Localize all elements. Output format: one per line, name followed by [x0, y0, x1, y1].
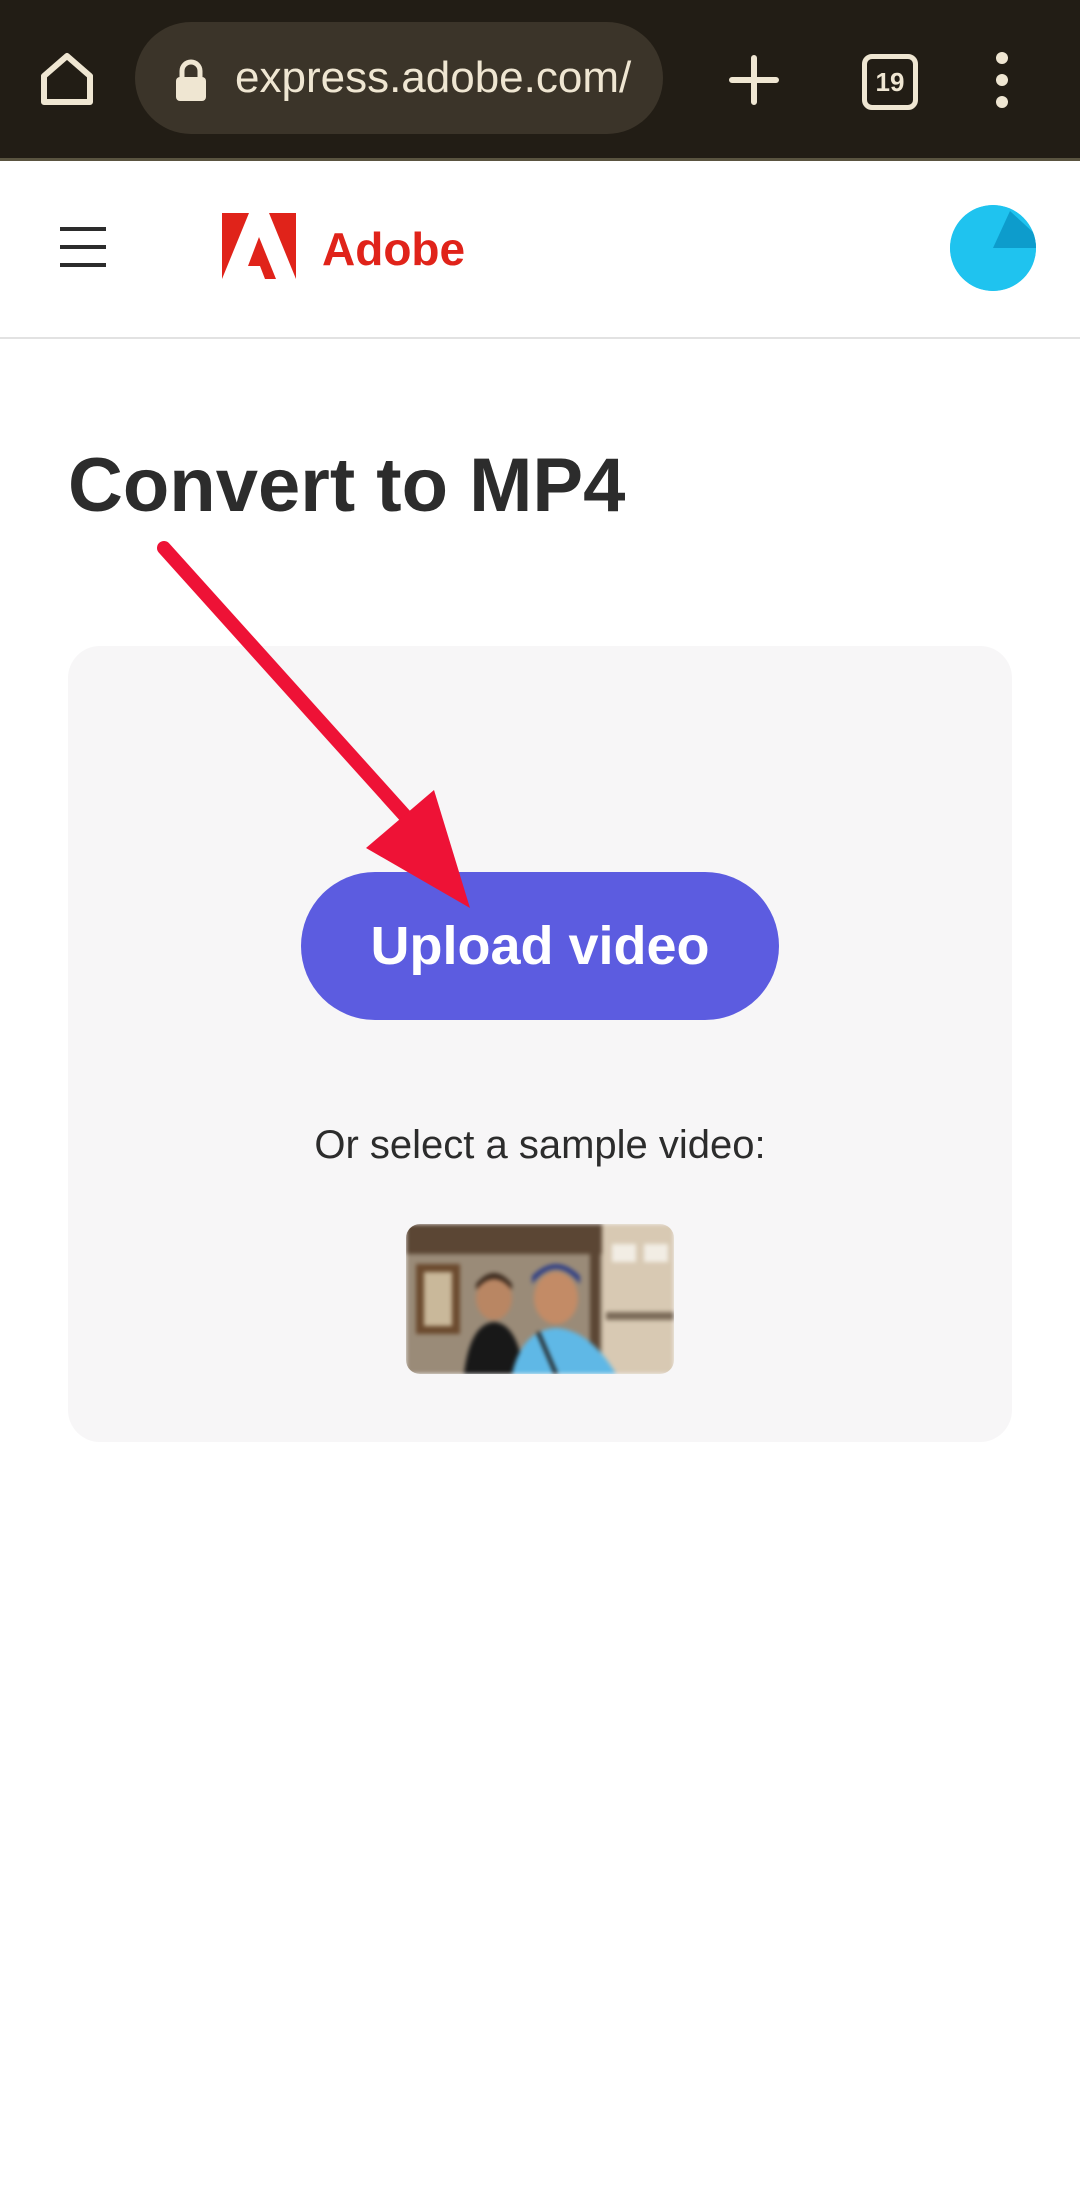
avatar[interactable] [950, 205, 1036, 291]
page: express.adobe.com/ 19 Adobe Convert to M… [0, 0, 1080, 2207]
plus-icon[interactable] [724, 50, 784, 110]
adobe-logo-icon[interactable] [222, 213, 296, 279]
more-vert-icon[interactable] [984, 50, 1020, 110]
site-header: Adobe [0, 161, 1080, 339]
sample-video-label: Or select a sample video: [314, 1123, 766, 1167]
page-title: Convert to MP4 [68, 443, 626, 528]
hamburger-menu-icon[interactable] [60, 225, 106, 269]
tabs-counter-icon[interactable]: 19 [862, 54, 918, 110]
home-icon[interactable] [38, 50, 96, 108]
lock-icon [173, 58, 209, 102]
adobe-wordmark[interactable]: Adobe [322, 221, 465, 277]
url-text: express.adobe.com/ [235, 53, 632, 102]
upload-card: Upload video Or select a sample video: [68, 646, 1012, 1442]
address-bar[interactable]: express.adobe.com/ [135, 22, 663, 134]
sample-video-thumbnail[interactable] [406, 1224, 674, 1374]
browser-toolbar: express.adobe.com/ 19 [0, 0, 1080, 161]
upload-video-button[interactable]: Upload video [301, 872, 779, 1020]
